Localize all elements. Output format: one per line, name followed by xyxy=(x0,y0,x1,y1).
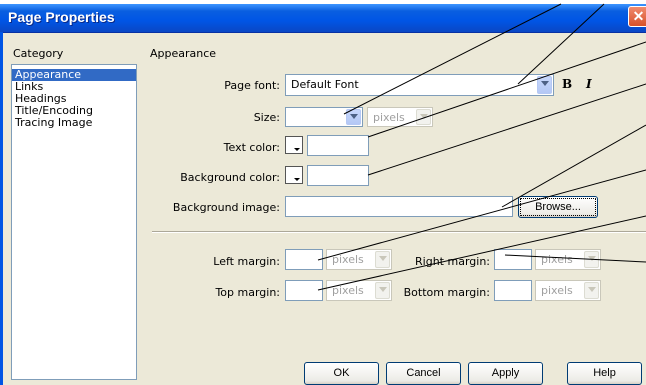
callout-line-bg-image xyxy=(501,124,646,208)
callout-line-size xyxy=(343,3,562,115)
callout-line-text-color xyxy=(367,41,646,138)
callout-lines-overlay xyxy=(317,3,646,291)
callout-line-bg-color xyxy=(367,83,646,176)
callout-line-page-font xyxy=(517,3,605,85)
callout-line-right-margin xyxy=(504,254,646,263)
callout-line-left-margin xyxy=(317,169,646,261)
callout-line-top-margin xyxy=(317,215,646,291)
